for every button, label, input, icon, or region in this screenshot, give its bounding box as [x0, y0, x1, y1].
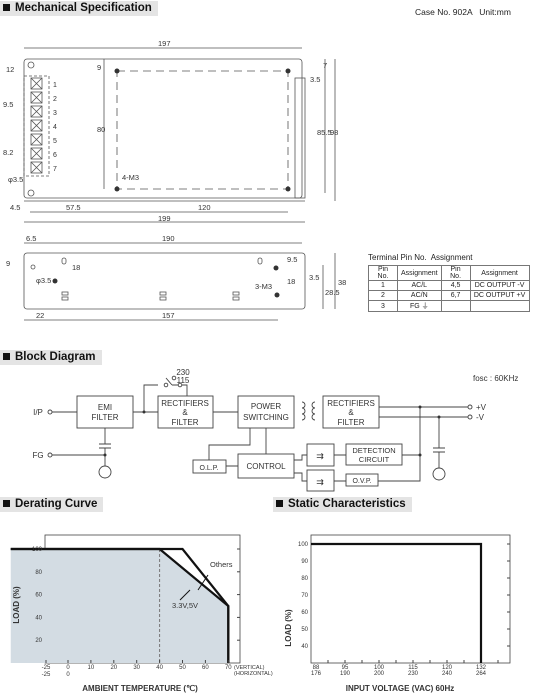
y-tick-label: 100: [298, 542, 309, 548]
x-tick-label-secondary: 230: [408, 671, 419, 677]
charts: Others 3.3V,5V 20 40 60 80 100 -25 0 10 20 30 40 50 60…: [10, 534, 511, 693]
y-tick-label: 20: [35, 638, 42, 644]
y-tick-label: 70: [301, 593, 308, 599]
x-axis-label: INPUT VOLTAGE (VAC) 60Hz: [346, 684, 454, 693]
x-axis-label: AMBIENT TEMPERATURE (℃): [82, 684, 198, 693]
x-tick-label-horizontal: -25: [42, 672, 51, 678]
x-tick-label-horizontal: 0: [66, 672, 70, 678]
x-tick-label-secondary: 264: [476, 671, 487, 677]
x-tick-label: 20: [110, 665, 117, 671]
series-label-others: Others: [210, 560, 233, 569]
y-tick-label: 60: [35, 593, 42, 599]
y-tick-label: 80: [301, 576, 308, 582]
y-tick-label: 100: [32, 547, 43, 553]
x-tick-label-secondary: 200: [374, 671, 385, 677]
y-tick-label: 80: [35, 570, 42, 576]
series-label-3v3-5v: 3.3V,5V: [172, 601, 198, 610]
x-tick-label: 40: [156, 665, 163, 671]
x-tick-suffix: (HORIZONTAL): [234, 671, 273, 677]
y-tick-label: 40: [35, 615, 42, 621]
x-tick-label: 70: [225, 665, 232, 671]
x-tick-label: -25: [42, 665, 51, 671]
x-tick-label: 0: [66, 665, 70, 671]
y-axis-label: LOAD (%): [284, 609, 293, 647]
x-tick-label: 10: [88, 665, 95, 671]
x-tick-label: 30: [133, 665, 140, 671]
x-tick-label-secondary: 190: [340, 671, 351, 677]
x-tick-label-secondary: 176: [311, 671, 322, 677]
y-tick-label: 60: [301, 610, 308, 616]
y-axis-label: LOAD (%): [12, 586, 21, 624]
y-tick-label: 90: [301, 559, 308, 565]
x-tick-label: 50: [179, 665, 186, 671]
x-tick-label-secondary: 240: [442, 671, 453, 677]
y-tick-label: 40: [301, 644, 308, 650]
x-tick-label: 60: [202, 665, 209, 671]
y-tick-label: 50: [301, 627, 308, 633]
